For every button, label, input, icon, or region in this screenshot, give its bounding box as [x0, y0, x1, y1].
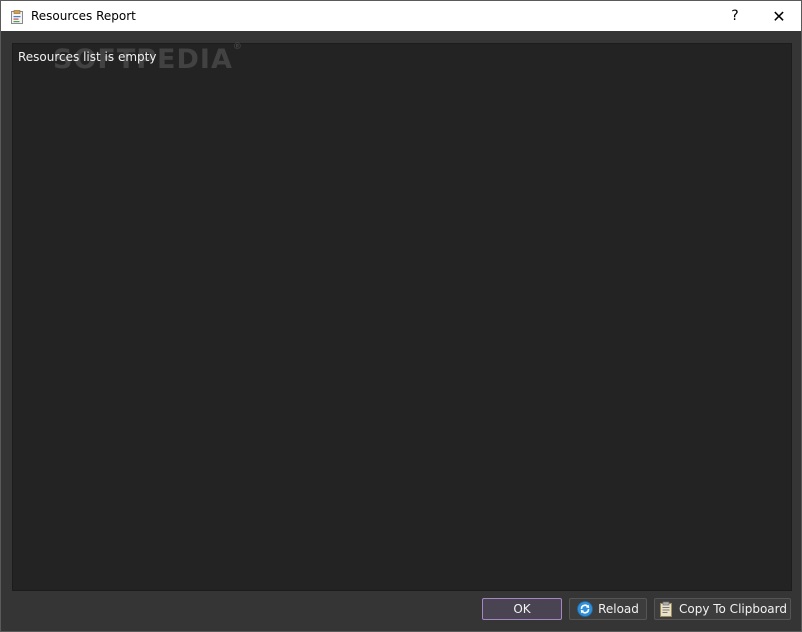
- reload-button[interactable]: Reload: [569, 598, 647, 620]
- ok-button[interactable]: OK: [482, 598, 562, 620]
- ok-button-label: OK: [513, 602, 531, 616]
- close-button[interactable]: ✕: [757, 1, 801, 31]
- copy-button-label: Copy To Clipboard: [678, 602, 788, 616]
- title-bar[interactable]: Resources Report ? ✕: [1, 1, 801, 31]
- reload-icon: [577, 601, 593, 617]
- resources-report-window: Resources Report ? ✕ SOFTPEDIA® Resource…: [0, 0, 802, 632]
- help-button[interactable]: ?: [713, 1, 757, 31]
- empty-list-message: Resources list is empty: [18, 50, 157, 64]
- window-title: Resources Report: [31, 9, 136, 23]
- reload-button-label: Reload: [598, 602, 639, 616]
- copy-to-clipboard-button[interactable]: Copy To Clipboard: [654, 598, 791, 620]
- report-icon: [10, 9, 24, 24]
- clipboard-icon: [658, 601, 674, 617]
- report-text-area[interactable]: SOFTPEDIA® Resources list is empty: [12, 42, 792, 591]
